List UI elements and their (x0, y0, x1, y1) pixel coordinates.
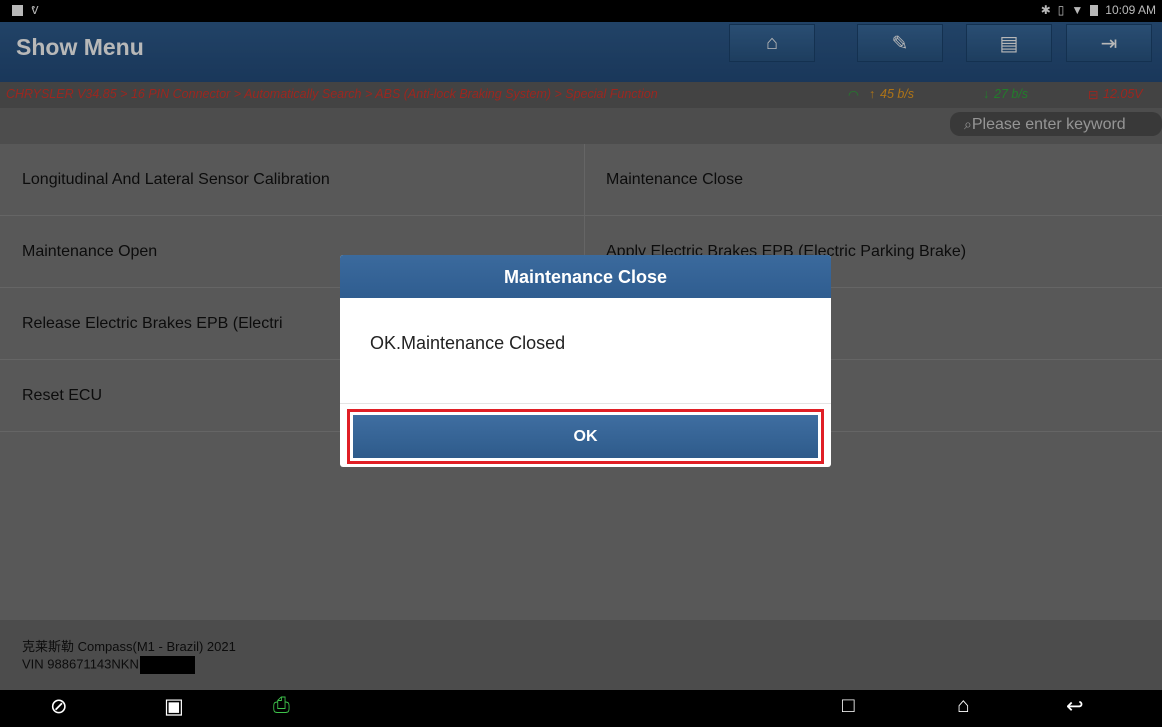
home-nav-icon[interactable]: ⌂ (957, 694, 970, 718)
redacted-block (139, 656, 195, 674)
menu-item[interactable]: Longitudinal And Lateral Sensor Calibrat… (0, 144, 585, 216)
print-icon: ▤ (999, 32, 1019, 55)
upload-arrow-icon: ↑ (869, 87, 876, 101)
vehicle-model: 克莱斯勒 Compass(M1 - Brazil) 2021 (22, 639, 236, 654)
app-header: Show Menu ⌂ ✎ ▤ ⇥ (0, 22, 1162, 82)
vehicle-info-footer: 克莱斯勒 Compass(M1 - Brazil) 2021 VIN 98867… (0, 620, 1162, 690)
edit-report-button[interactable]: ✎ (857, 24, 943, 62)
back-icon[interactable]: ↩ (1066, 694, 1084, 719)
ok-button-highlight: OK (347, 409, 824, 464)
breadcrumb: CHRYSLER V34.85 > 16 PIN Connector > Aut… (6, 87, 658, 101)
maintenance-close-dialog: Maintenance Close OK.Maintenance Closed … (340, 255, 831, 467)
vin-text: VIN 988671143NKN (22, 656, 139, 672)
battery-icon (1090, 4, 1099, 16)
battery-voltage: 12.05V (1103, 87, 1143, 101)
dialog-message: OK.Maintenance Closed (370, 333, 566, 353)
exit-button[interactable]: ⇥ (1066, 24, 1152, 62)
home-button[interactable]: ⌂ (729, 24, 815, 62)
search-row: ⌕Please enter keyword (0, 108, 1162, 144)
page-title: Show Menu (16, 34, 144, 60)
recents-icon[interactable]: □ (842, 694, 855, 718)
wifi-icon: ▼ (1071, 3, 1084, 17)
upload-rate: 45 b/s (880, 87, 915, 101)
system-status-bar: ᕓ ✱ ▯ ▼ 10:09 AM (0, 0, 1162, 22)
search-icon: ⌕ (964, 116, 972, 132)
usb-debug-icon: ᕓ (31, 5, 39, 17)
system-nav-bar: ⊘ ▣ ⎙ □ ⌂ ↩ (0, 690, 1162, 727)
vci-icon[interactable]: ⎙ (273, 694, 290, 718)
browser-icon[interactable]: ⊘ (50, 694, 68, 719)
dialog-divider (340, 403, 831, 404)
wifi-signal-icon: ◠ (848, 88, 859, 102)
ok-button[interactable]: OK (353, 415, 818, 458)
home-icon: ⌂ (765, 31, 779, 54)
image-notification-icon (12, 5, 23, 16)
gallery-icon[interactable]: ▣ (164, 694, 184, 719)
menu-item[interactable]: Maintenance Close (585, 144, 1162, 216)
breadcrumb-bar: CHRYSLER V34.85 > 16 PIN Connector > Aut… (0, 82, 1162, 108)
bluetooth-icon: ✱ (1040, 3, 1051, 17)
edit-report-icon: ✎ (891, 32, 909, 55)
vin-line: VIN 988671143NKN (22, 656, 195, 674)
exit-icon: ⇥ (1100, 32, 1118, 55)
print-button[interactable]: ▤ (966, 24, 1052, 62)
dialog-title: Maintenance Close (340, 255, 831, 298)
vibrate-icon: ▯ (1057, 3, 1065, 17)
download-rate: 27 b/s (994, 87, 1029, 101)
clock-text: 10:09 AM (1105, 3, 1156, 17)
download-arrow-icon: ↓ (983, 87, 990, 101)
search-placeholder: Please enter keyword (971, 116, 1126, 133)
search-input[interactable]: ⌕Please enter keyword (950, 112, 1162, 136)
battery-voltage-icon: ⊟ (1088, 88, 1099, 102)
